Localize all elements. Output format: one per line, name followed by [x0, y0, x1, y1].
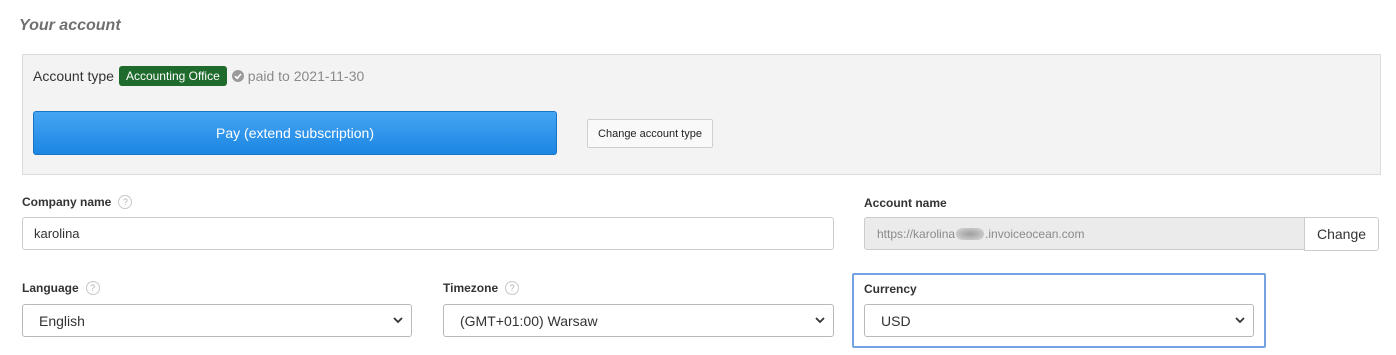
- timezone-help-icon[interactable]: ?: [505, 281, 520, 295]
- chevron-down-icon: [1235, 317, 1245, 324]
- paid-until-text: paid to 2021-11-30: [247, 68, 365, 84]
- account-name-field: https://karolina .invoiceocean.com: [864, 217, 1305, 250]
- company-name-value: karolina: [34, 226, 80, 241]
- timezone-select[interactable]: (GMT+01:00) Warsaw: [443, 304, 834, 337]
- account-name-url-suffix: .invoiceocean.com: [985, 226, 1085, 241]
- pay-extend-subscription-button[interactable]: Pay (extend subscription): [33, 111, 557, 155]
- chevron-down-icon: [815, 317, 825, 324]
- language-label-text: Language: [22, 281, 79, 295]
- currency-select[interactable]: USD: [864, 304, 1254, 337]
- currency-selected-value: USD: [881, 312, 911, 329]
- account-name-label-text: Account name: [864, 196, 947, 210]
- account-type-row: Account type Accounting Office paid to 2…: [33, 66, 364, 86]
- language-selected-value: English: [39, 312, 85, 329]
- company-name-label-text: Company name: [22, 195, 112, 209]
- account-name-url-prefix: https://karolina: [877, 226, 956, 241]
- change-account-name-button[interactable]: Change: [1304, 217, 1379, 251]
- company-name-help-icon[interactable]: ?: [118, 195, 133, 209]
- language-help-icon[interactable]: ?: [85, 281, 100, 295]
- redacted-blur: [956, 227, 985, 240]
- timezone-label: Timezone ?: [443, 281, 520, 295]
- company-name-label: Company name ?: [22, 195, 133, 209]
- account-type-label: Account type: [33, 68, 114, 84]
- section-title: Your account: [19, 17, 121, 34]
- account-name-label: Account name: [864, 196, 947, 210]
- account-type-panel: Account type Accounting Office paid to 2…: [22, 54, 1381, 175]
- timezone-label-text: Timezone: [443, 281, 499, 295]
- language-select[interactable]: English: [22, 304, 412, 337]
- language-label: Language ?: [22, 281, 100, 295]
- company-name-input[interactable]: karolina: [22, 217, 834, 250]
- check-circle-icon: [231, 70, 244, 82]
- change-account-type-button[interactable]: Change account type: [587, 119, 713, 148]
- account-type-badge: Accounting Office: [118, 66, 227, 86]
- chevron-down-icon: [393, 317, 403, 324]
- timezone-selected-value: (GMT+01:00) Warsaw: [460, 312, 598, 329]
- currency-label: Currency: [864, 282, 917, 296]
- currency-label-text: Currency: [864, 282, 917, 296]
